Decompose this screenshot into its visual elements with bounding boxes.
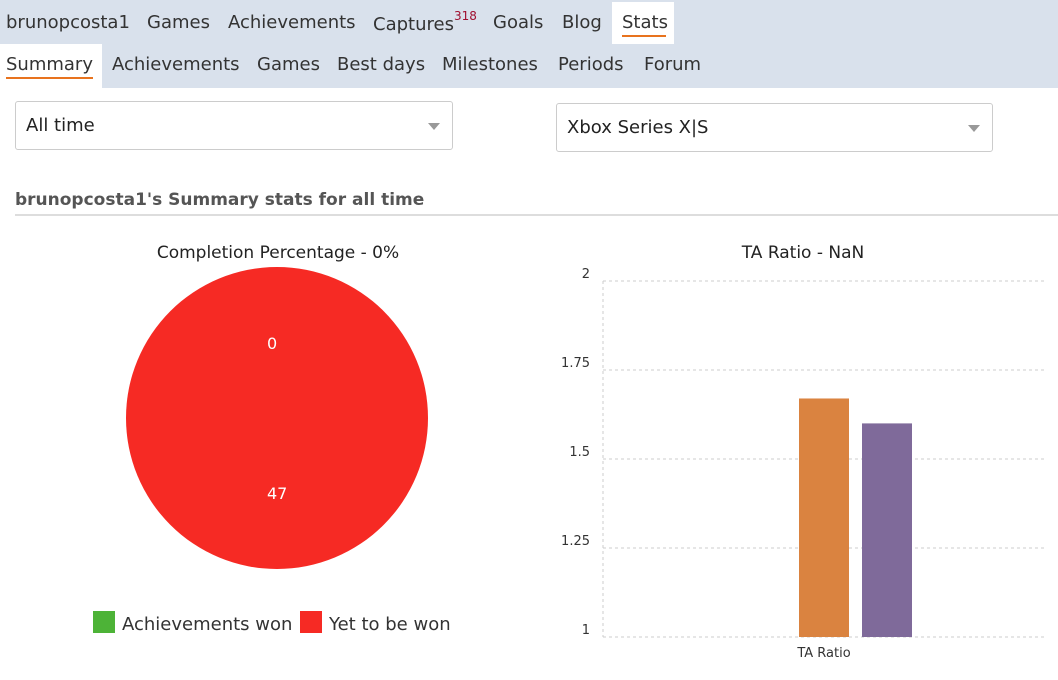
x-tick: TA Ratio xyxy=(797,646,851,661)
y-tick: 1.75 xyxy=(561,356,590,371)
bar-0[interactable] xyxy=(799,398,849,637)
pie-label-won: 0 xyxy=(267,334,278,353)
y-tick: 2 xyxy=(581,267,590,282)
pie-slice-yet-to-be-won xyxy=(126,267,428,569)
legend-yet[interactable]: Yet to be won xyxy=(329,614,451,635)
legend-won[interactable]: Achievements won xyxy=(122,614,292,635)
charts-svg xyxy=(126,267,1045,638)
bar-title: TA Ratio - NaN xyxy=(741,243,865,263)
bar-1[interactable] xyxy=(862,423,912,637)
legend-swatch-yet[interactable] xyxy=(300,611,322,633)
y-tick: 1.25 xyxy=(561,534,590,549)
y-tick: 1 xyxy=(581,623,590,638)
legend-swatch-won[interactable] xyxy=(93,611,115,633)
y-tick: 1.5 xyxy=(569,445,590,460)
pie-label-yet: 47 xyxy=(267,484,288,503)
